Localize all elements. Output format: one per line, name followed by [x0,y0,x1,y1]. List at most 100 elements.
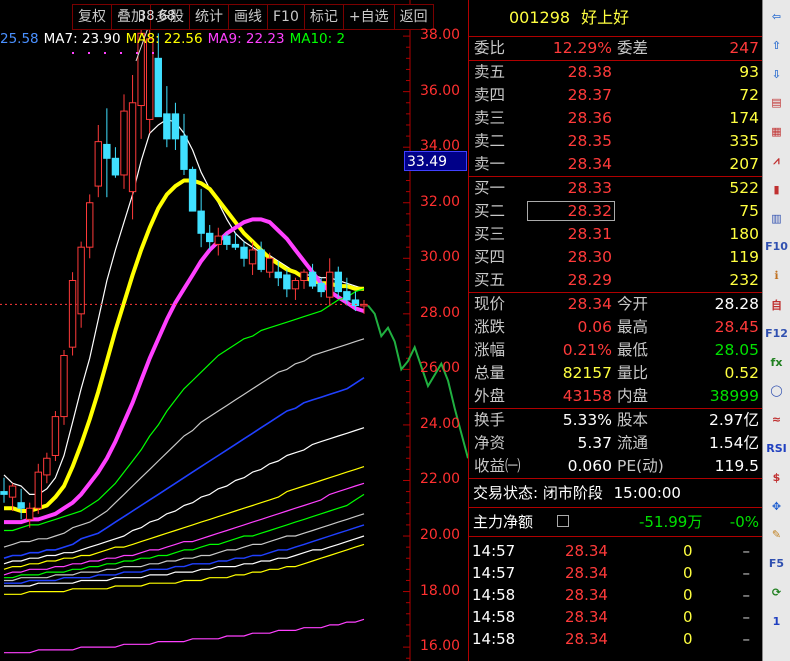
candle [43,452,51,484]
candle [77,241,85,328]
ask-volume: 93 [739,63,759,81]
flow-menu-icon[interactable] [557,515,569,527]
tick-price: 28.34 [565,586,608,604]
tick-row[interactable]: 14:58 28.34 0 – [469,628,762,650]
candle [0,477,8,503]
bid-price: 28.31 [567,225,612,243]
quote-value: 43158 [562,387,612,405]
y-tick-label: 26.00 [420,360,461,377]
toolbar-button-0[interactable]: 复权 [72,4,111,30]
line-chart-icon[interactable]: ⩘ [766,150,787,171]
ma-line-ma15 [3,482,365,576]
legend-dot [72,52,74,54]
bid-price: 28.30 [567,248,612,266]
refresh-icon[interactable]: ⟳ [766,582,787,603]
wave-icon[interactable]: ≈ [766,409,787,430]
rsi-icon[interactable]: RSI [766,438,787,459]
ask-book: 卖五 28.38 93 卖四 28.37 72 卖三 28.36 174 卖二 28.35 335 卖一… [469,60,762,176]
ma-legend-item: 25.58 [0,31,39,47]
ma-legend-item: MA10: 2 [289,31,346,47]
candle [180,113,188,175]
y-tick-label: 22.00 [420,471,461,488]
main-flow-pct: -0% [729,513,759,531]
f10-icon[interactable]: F10 [765,236,788,257]
arrow-down-icon[interactable]: ⇩ [766,64,787,85]
candle-icon[interactable]: ▮ [766,179,787,200]
move-icon[interactable]: ✥ [766,496,787,517]
y-tick-label: 32.00 [420,193,461,210]
candle [291,277,300,300]
toolbar-button-3[interactable]: 统计 [189,4,228,30]
formula-icon[interactable]: fx [766,352,787,373]
kline-plot[interactable] [0,0,468,661]
fundamental-label: PE(动) [617,457,664,475]
ask-label: 卖四 [474,86,506,104]
candle [68,272,77,356]
ask-price: 28.37 [567,86,612,104]
y-tick-label: 18.00 [420,582,461,599]
quote-label: 内盘 [617,387,649,405]
high-price-label: 38.68 [138,9,176,25]
fundamental-row: 收益㈠ 0.060 PE(动) 119.5 [469,455,762,478]
tick-time: 14:58 [472,630,516,648]
kline-chart[interactable]: 复权 叠加 多股 统计 画线 F10 标记 +自选 返回 25.58 MA7: 23.90 MA8:… [0,0,468,661]
ask-price: 28.38 [567,63,612,81]
bid-label: 买四 [474,248,506,266]
fundamental-value: 5.33% [562,411,612,429]
fundamental-label: 收益㈠ [474,457,521,475]
f5-icon[interactable]: F5 [766,553,787,574]
arrow-up-icon[interactable]: ⇧ [766,35,787,56]
candle [94,124,102,198]
tick-row[interactable]: 14:58 28.34 0 – [469,584,762,606]
arrow-left-icon[interactable]: ⇦ [766,6,787,27]
bid-volume: 119 [729,248,759,266]
tick-list[interactable]: 14:57 28.34 0–14:57 28.34 0–14:58 28.34 0–14:5… [469,536,762,650]
tick-row[interactable]: 14:58 28.34 0 – [469,606,762,628]
stock-name: 好上好 [581,8,630,27]
trade-status-time: 15:00:00 [613,484,681,502]
toolbar-button-5[interactable]: F10 [267,4,304,30]
quote-value: 0.21% [562,341,612,359]
candle [171,102,180,150]
candle [283,269,291,298]
candle [300,269,308,289]
ask-row: 卖一 28.34 207 [469,153,762,176]
ask-volume: 174 [729,109,759,127]
candle [34,463,42,514]
order-diff-value: 247 [729,39,759,57]
y-tick-label: 28.00 [420,304,461,321]
info-icon[interactable]: ℹ [766,265,787,286]
quote-label: 现价 [474,295,506,313]
f12-icon[interactable]: F12 [765,323,788,344]
tick-row[interactable]: 14:57 28.34 0 – [469,562,762,584]
detail-icon[interactable]: ▥ [766,208,787,229]
toolbar-button-6[interactable]: 标记 [303,4,343,30]
tick-row[interactable]: 14:57 28.34 0 – [469,540,762,562]
bid-price: 28.29 [567,271,612,289]
legend-dot [152,52,154,54]
list-icon[interactable]: ▤ [766,92,787,113]
toolbar-button-8[interactable]: 返回 [393,4,434,30]
ask-row: 卖三 28.36 174 [469,107,762,130]
page-number[interactable]: 1 [766,611,787,632]
ma-legend-item: MA7: 23.90 [43,31,121,47]
quote-value: 0.06 [577,318,612,336]
tick-volume: 0 [683,564,693,582]
tick-volume: 0 [683,608,693,626]
bid-price: 28.33 [567,179,612,197]
selected-price-box[interactable] [527,201,615,221]
stock-header: 001298 好上好 [469,0,762,37]
circle-icon[interactable]: ◯ [766,380,787,401]
toolbar-button-4[interactable]: 画线 [228,4,267,30]
fundamental-value: 1.54亿 [708,434,759,452]
self-select-icon[interactable]: 自 [766,294,787,315]
toolbar-button-7[interactable]: +自选 [342,4,394,30]
candle [120,94,128,189]
candle [334,266,342,298]
bid-row: 买一 28.33 522 [469,177,762,200]
dollar-icon[interactable]: $ [766,467,787,488]
quote-row: 总量 82157 量比 0.52 [469,362,762,385]
ask-label: 卖三 [474,109,506,127]
pencil-icon[interactable]: ✎ [766,524,787,545]
grid-icon[interactable]: ▦ [766,121,787,142]
